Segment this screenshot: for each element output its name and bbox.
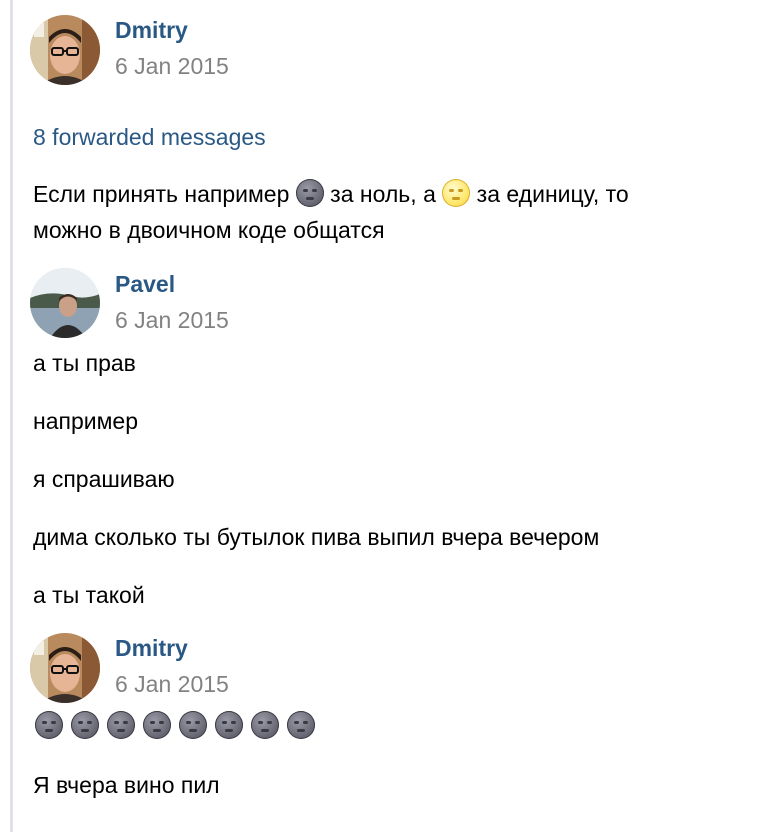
avatar-dmitry[interactable] bbox=[30, 633, 100, 703]
avatar-dmitry[interactable] bbox=[30, 15, 100, 85]
new-moon-face-icon bbox=[251, 711, 279, 739]
message-date[interactable]: 6 Jan 2015 bbox=[115, 670, 229, 698]
forwarded-thread: Dmitry 6 Jan 2015 8 forwarded messages Е… bbox=[0, 0, 772, 832]
new-moon-face-icon bbox=[71, 711, 99, 739]
message-text: а ты такой bbox=[33, 582, 145, 608]
message-text-part: за единицу, то bbox=[476, 181, 629, 207]
author-name[interactable]: Dmitry bbox=[115, 16, 188, 44]
message-text: Если принять например за ноль, а за един… bbox=[33, 177, 629, 212]
new-moon-face-icon bbox=[215, 711, 243, 739]
message-text: а ты прав bbox=[33, 350, 136, 376]
new-moon-face-icon bbox=[287, 711, 315, 739]
avatar-pavel[interactable] bbox=[30, 268, 100, 338]
emoji-row bbox=[35, 711, 315, 739]
author-name[interactable]: Dmitry bbox=[115, 634, 188, 662]
message-date[interactable]: 6 Jan 2015 bbox=[115, 52, 229, 80]
message-text-part: Если принять например bbox=[33, 181, 290, 207]
quote-bar bbox=[10, 0, 13, 832]
message-text: я спрашиваю bbox=[33, 466, 175, 492]
full-moon-face-icon bbox=[442, 179, 471, 207]
message-text: дима сколько ты бутылок пива выпил вчера… bbox=[33, 524, 600, 550]
author-name[interactable]: Pavel bbox=[115, 270, 175, 298]
new-moon-face-icon bbox=[143, 711, 171, 739]
new-moon-face-icon bbox=[107, 711, 135, 739]
message-text: например bbox=[33, 408, 138, 434]
message-date[interactable]: 6 Jan 2015 bbox=[115, 306, 229, 334]
message-text: можно в двоичном коде общатся bbox=[33, 217, 385, 243]
forwarded-messages-link[interactable]: 8 forwarded messages bbox=[33, 123, 266, 151]
new-moon-face-icon bbox=[179, 711, 207, 739]
new-moon-face-icon bbox=[295, 179, 324, 207]
message-text: Я вчера вино пил bbox=[33, 772, 220, 798]
message-text-part: за ноль, а bbox=[330, 181, 436, 207]
new-moon-face-icon bbox=[35, 711, 63, 739]
